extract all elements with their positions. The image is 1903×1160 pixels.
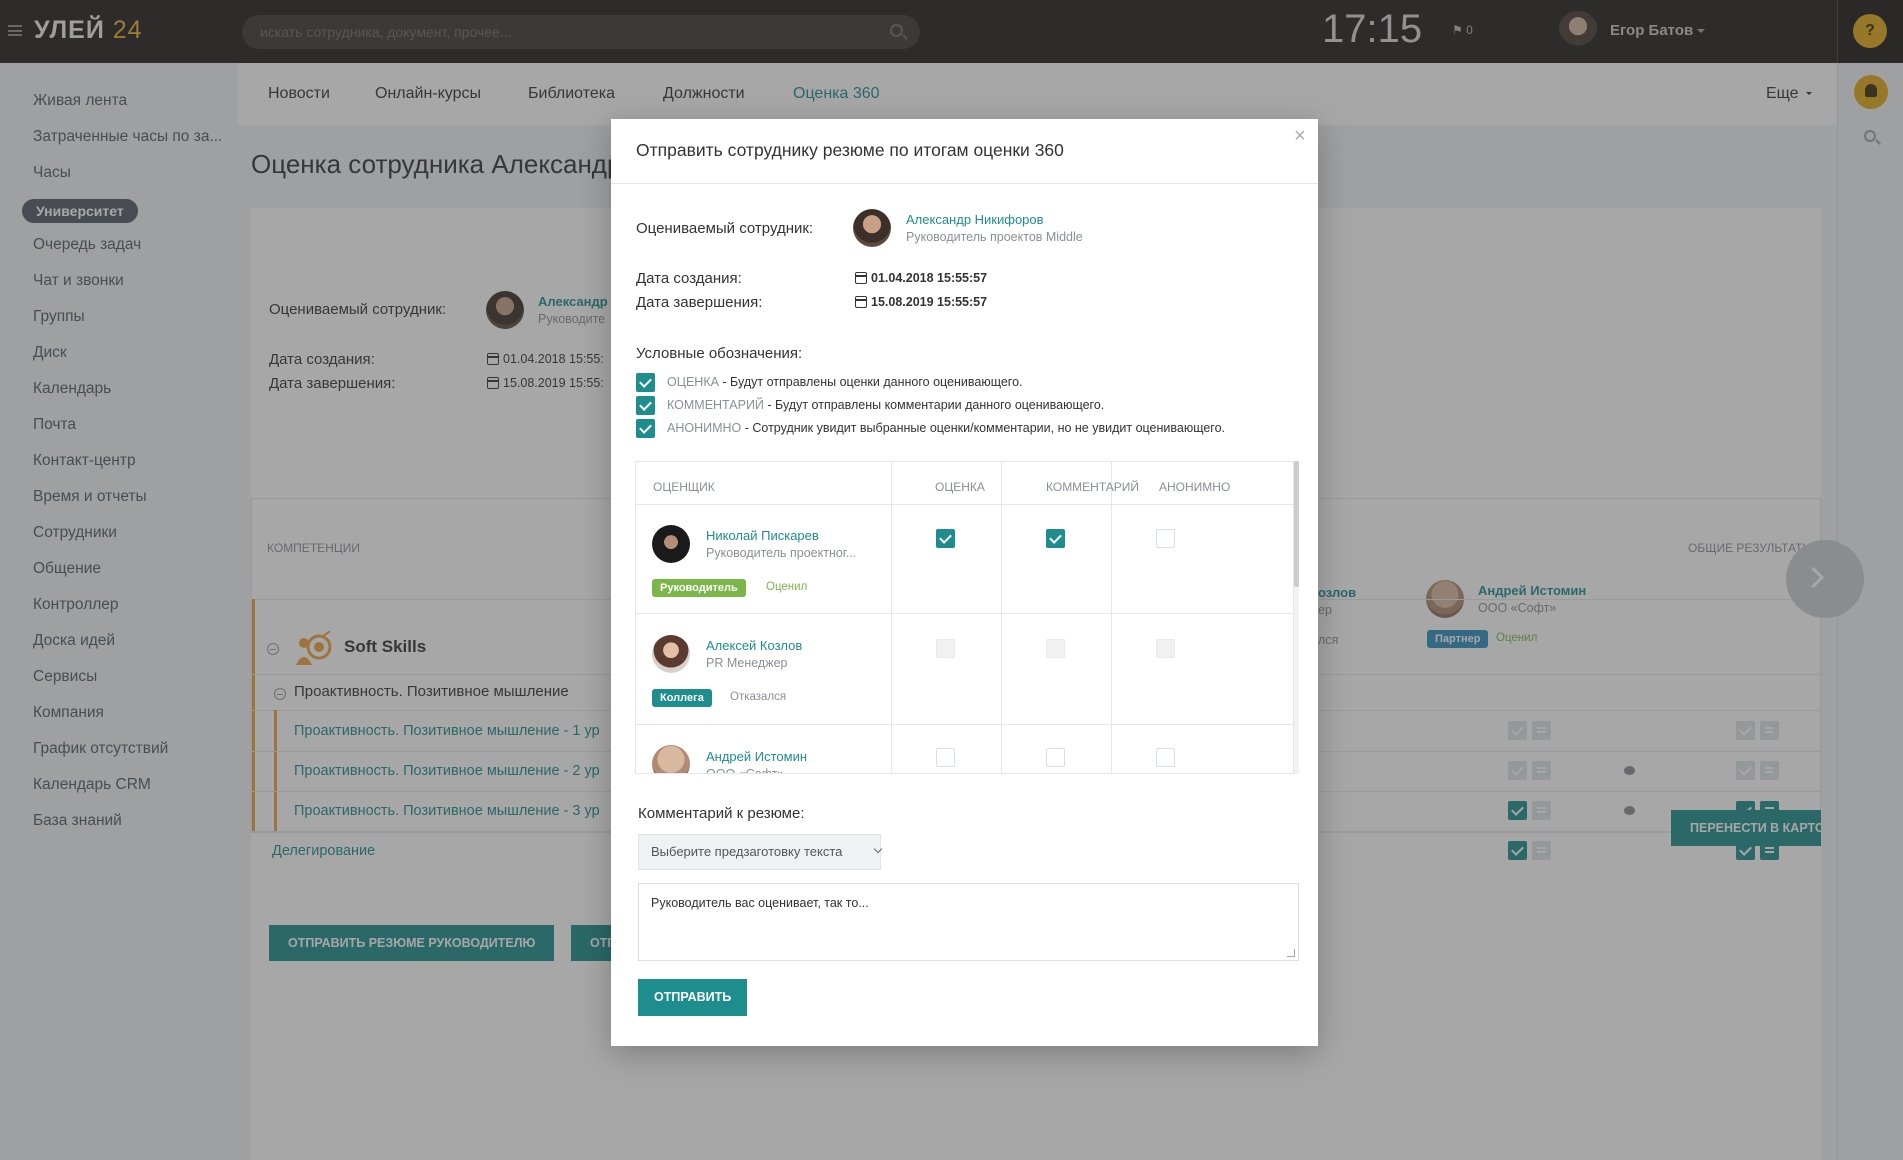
evaluator-name-link[interactable]: Алексей Козлов [706,638,802,653]
anonymous-checkbox[interactable] [1156,529,1175,548]
avatar [652,525,690,563]
col-rating: ОЦЕНКА [935,480,985,494]
evaluators-table: ОЦЕНЩИК ОЦЕНКА КОММЕНТАРИЙ АНОНИМНО Нико… [635,461,1294,774]
checkbox-checked-icon [636,396,655,415]
divider [611,183,1318,184]
avatar [652,635,690,673]
divider [636,613,1293,614]
status-badge: Оценил [766,581,808,593]
col-comment: КОММЕНТАРИЙ [1046,480,1140,494]
rating-checkbox[interactable] [936,748,955,767]
legend-item: ОЦЕНКА - Будут отправлены оценки данного… [667,375,1023,389]
comment-label: Комментарий к резюме: [638,805,805,822]
avatar [853,209,891,247]
rating-checkbox[interactable] [936,529,955,548]
resize-handle[interactable] [1287,949,1295,957]
created-value: 01.04.2018 15:55:57 [871,271,988,285]
rating-checkbox[interactable] [936,639,955,658]
modal-title: Отправить сотруднику резюме по итогам оц… [636,140,1064,160]
role-badge: Коллега [652,689,712,707]
avatar [652,745,690,773]
divider [1001,462,1002,773]
checkbox-checked-icon [636,373,655,392]
scrollbar-thumb[interactable] [1294,461,1299,587]
evaluator-role: PR Менеджер [706,656,788,670]
evaluator-role: ООО «Софт» [706,767,785,774]
send-button[interactable]: ОТПРАВИТЬ [638,979,748,1016]
divider [636,504,1293,505]
comment-textarea[interactable]: Руководитель вас оценивает, так то... [638,883,1299,961]
comment-checkbox[interactable] [1046,748,1065,767]
comment-checkbox[interactable] [1046,529,1065,548]
scrollbar[interactable] [1294,461,1299,774]
finished-value: 15.08.2019 15:55:57 [871,295,988,309]
created-label: Дата создания: [636,270,742,287]
chevron-down-icon [873,844,883,854]
send-summary-modal: Отправить сотруднику резюме по итогам оц… [611,119,1318,1046]
checkbox-checked-icon [636,419,655,438]
divider [891,462,892,773]
finished-label: Дата завершения: [636,294,763,311]
close-icon[interactable]: × [1294,126,1306,146]
anonymous-checkbox[interactable] [1156,748,1175,767]
legend-item: КОММЕНТАРИЙ - Будут отправлены комментар… [667,398,1105,412]
legend-title: Условные обозначения: [636,345,803,362]
role-badge: Руководитель [652,579,746,597]
status-badge: Отказался [730,691,787,703]
legend-item: АНОНИМНО - Сотрудник увидит выбранные оц… [667,421,1226,435]
comment-checkbox[interactable] [1046,639,1065,658]
evaluator-role: Руководитель проектног... [706,546,857,560]
evaluated-name-link[interactable]: Александр Никифоров [906,212,1044,227]
evaluator-name-link[interactable]: Андрей Истомин [706,749,807,764]
col-evaluator: ОЦЕНЩИК [653,480,715,494]
col-anonymous: АНОНИМНО [1159,480,1231,494]
evaluated-label: Оцениваемый сотрудник: [636,220,814,237]
divider [1111,462,1112,773]
evaluator-name-link[interactable]: Николай Пискарев [706,528,819,543]
evaluated-role: Руководитель проектов Middle [906,230,1083,244]
preset-select[interactable]: Выберите предзаготовку текста [638,834,883,870]
anonymous-checkbox[interactable] [1156,639,1175,658]
divider [636,724,1293,725]
